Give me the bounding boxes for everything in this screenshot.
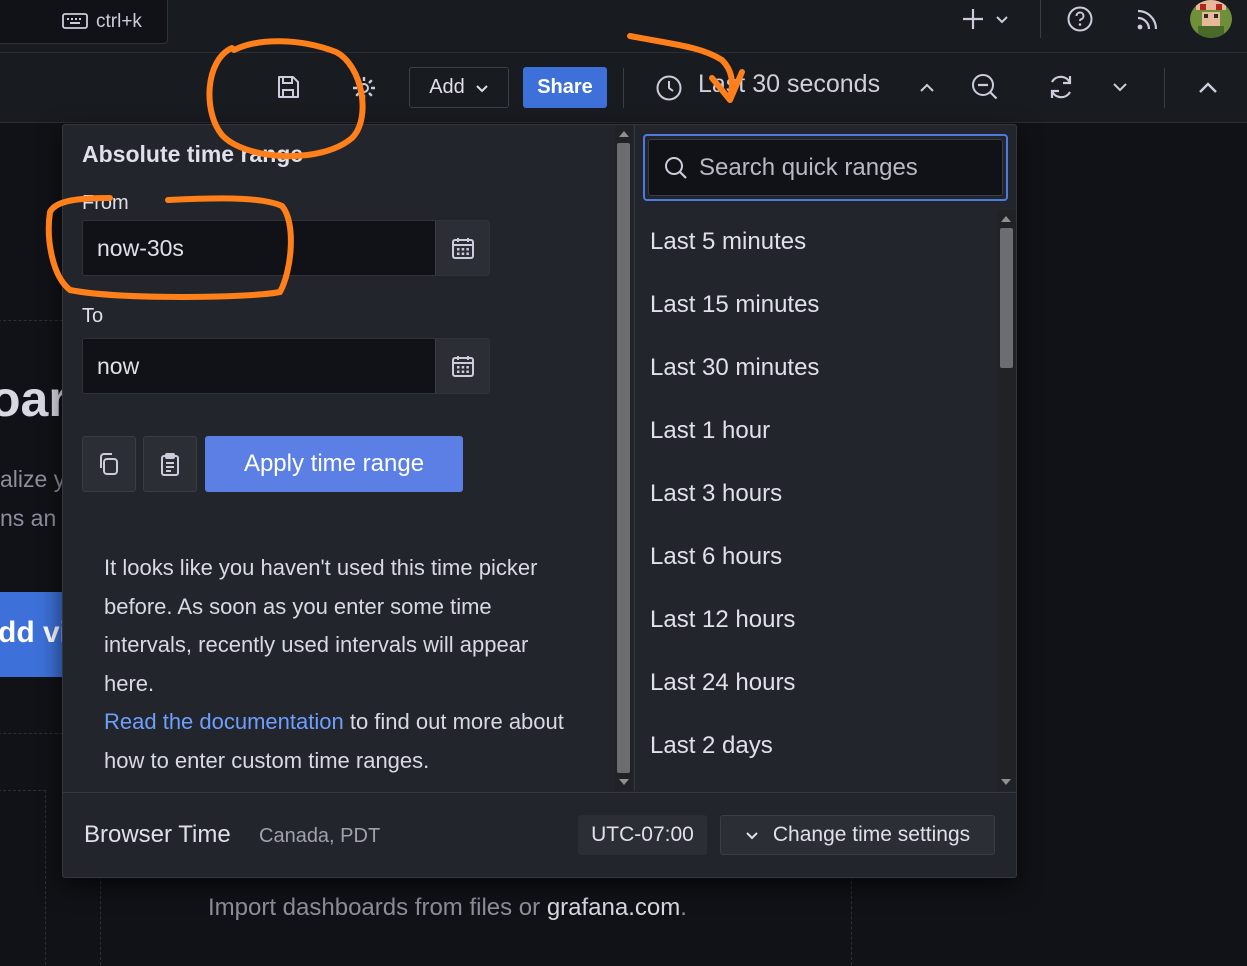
empty-state-text: alize y [0,466,66,492]
refresh-icon[interactable] [1046,72,1076,107]
copy-icon [100,453,118,475]
quick-range-item[interactable]: Last 24 hours [635,651,997,714]
help-icon[interactable] [1066,5,1094,38]
chevron-down-icon [746,832,758,840]
dashboard-card [0,790,46,966]
collapse-toolbar-icon[interactable] [1198,80,1218,101]
to-calendar-button[interactable] [435,339,489,393]
news-feed-icon[interactable] [1134,5,1162,38]
add-button[interactable]: Add [409,67,509,108]
scroll-up-arrow-icon[interactable] [1001,216,1011,222]
timezone-offset-badge: UTC-07:00 [578,815,707,855]
recent-ranges-info: It looks like you haven't used this time… [104,549,584,780]
top-nav-bar [0,0,1247,53]
chevron-up-icon[interactable] [918,80,936,101]
save-dashboard-icon[interactable] [274,73,302,106]
gear-icon[interactable] [350,74,378,107]
scroll-down-arrow-icon[interactable] [1001,779,1011,785]
quick-range-item[interactable]: Last 5 minutes [635,210,997,273]
quick-range-item[interactable]: Last 3 hours [635,462,997,525]
scrollbar-thumb[interactable] [617,143,630,773]
user-avatar[interactable] [1190,0,1232,38]
from-input[interactable] [83,221,435,275]
add-button-label: Add [429,76,465,98]
import-prefix: Import dashboards from files or [208,894,547,921]
to-input[interactable] [83,339,435,393]
keyboard-icon [62,13,88,29]
quick-range-item[interactable]: Last 2 days [635,714,997,777]
timezone-name: Browser Time [84,821,231,848]
quick-range-item[interactable]: Last 1 hour [635,399,997,462]
from-label: From [82,192,129,210]
info-text: It looks like you haven't used this time… [104,555,538,696]
divider [1164,68,1165,108]
plus-icon [963,9,983,29]
apply-time-range-button[interactable]: Apply time range [205,436,463,492]
calendar-icon [451,238,474,259]
quick-ranges-list: Last 5 minutes Last 15 minutes Last 30 m… [635,210,997,777]
grafana-com-link[interactable]: grafana.com [547,894,680,921]
zoom-out-icon[interactable] [970,72,1000,107]
quick-ranges-scrollbar[interactable] [997,210,1016,791]
absolute-time-range-title: Absolute time range [82,141,304,167]
import-dashboards-text: Import dashboards from files or grafana.… [208,894,687,922]
share-button[interactable]: Share [523,67,607,108]
new-menu-button[interactable] [960,4,1010,34]
search-input[interactable] [699,153,989,182]
copy-time-range-button[interactable] [82,436,136,492]
quick-range-item[interactable]: Last 15 minutes [635,273,997,336]
to-field [82,338,490,394]
import-suffix: . [680,894,687,921]
scrollbar-thumb[interactable] [1000,228,1013,368]
calendar-icon [451,356,474,377]
empty-state-text: ns an [0,505,57,531]
search-box [648,139,1003,196]
shortcut-label: ctrl+k [96,10,142,32]
to-label: To [82,305,104,327]
quick-range-item[interactable]: Last 12 hours [635,588,997,651]
documentation-link[interactable]: Read the documentation [104,709,344,734]
divider [1040,0,1041,38]
quick-range-item[interactable]: Last 6 hours [635,525,997,588]
add-visualization-label: dd vi [0,616,69,649]
clipboard-icon [161,453,179,476]
scroll-up-arrow-icon[interactable] [619,131,629,137]
from-calendar-button[interactable] [435,221,489,275]
scroll-down-arrow-icon[interactable] [619,779,629,785]
chevron-down-icon [996,16,1008,24]
change-time-settings-label: Change time settings [772,823,971,846]
search-icon [665,156,687,179]
clock-icon [655,74,683,107]
from-field [82,220,490,276]
paste-time-range-button[interactable] [143,436,197,492]
refresh-interval-chevron-icon[interactable] [1112,80,1128,99]
time-range-picker-button[interactable]: Last 30 seconds [698,70,880,99]
timezone-location: Canada, PDT [259,825,381,847]
change-time-settings-button[interactable]: Change time settings [720,815,995,855]
command-palette-trigger[interactable]: ctrl+k [0,0,168,44]
quick-ranges-search [643,134,1008,201]
divider [623,68,624,108]
left-scrollbar[interactable] [615,125,633,791]
chevron-down-icon [476,84,488,92]
quick-range-item[interactable]: Last 30 minutes [635,336,997,399]
